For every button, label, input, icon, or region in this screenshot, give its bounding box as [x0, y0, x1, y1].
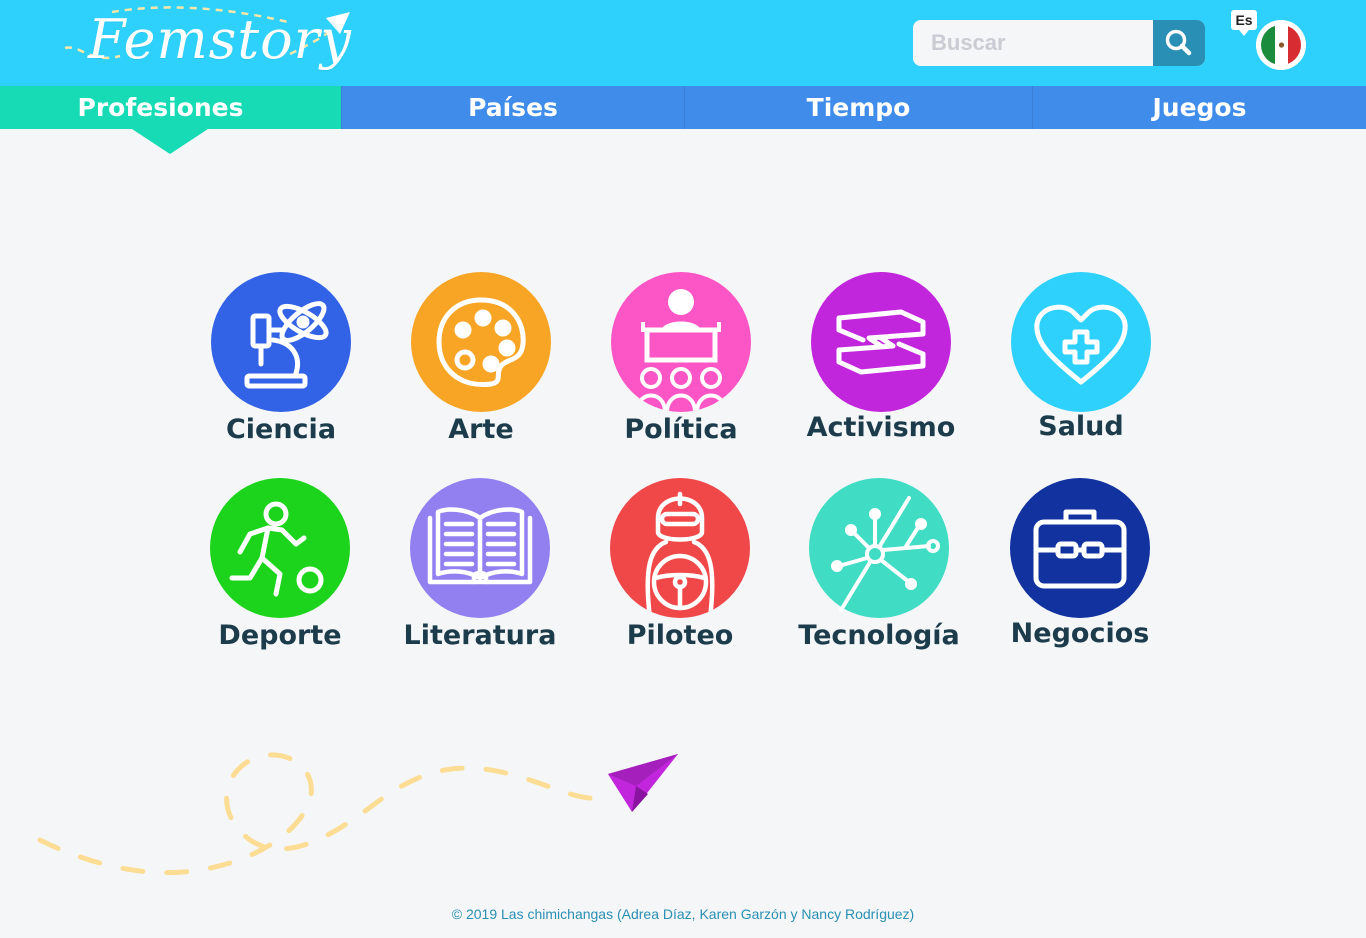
briefcase-icon [1033, 509, 1127, 589]
category-circle [411, 272, 551, 412]
category-salud[interactable]: Salud [981, 272, 1181, 462]
decorative-flight-path [37, 752, 678, 876]
category-label: Piloteo [626, 620, 734, 651]
category-politica[interactable]: Política [581, 272, 781, 462]
category-negocios[interactable]: Negocios [980, 478, 1180, 668]
category-label: Deporte [218, 620, 342, 651]
heart-cross-icon [1034, 304, 1128, 385]
category-circle [611, 272, 751, 412]
podium-speaker-icon [635, 289, 727, 412]
category-circle [211, 272, 351, 412]
category-literatura[interactable]: Literatura [380, 478, 580, 668]
category-piloteo[interactable]: Piloteo [580, 478, 780, 668]
category-tecnologia[interactable]: Tecnología [779, 478, 979, 668]
category-label: Política [624, 414, 738, 445]
category-deporte[interactable]: Deporte [180, 478, 380, 668]
category-arte[interactable]: Arte [381, 272, 581, 462]
category-circle [210, 478, 350, 618]
category-circle [1011, 272, 1151, 412]
category-circle [809, 478, 949, 618]
helping-hands-icon [836, 309, 926, 375]
palette-icon [436, 297, 526, 388]
soccer-player-icon [229, 501, 324, 597]
category-activismo[interactable]: Activismo [781, 272, 981, 462]
category-label: Ciencia [225, 414, 337, 445]
category-label: Literatura [403, 620, 557, 651]
race-driver-icon [645, 491, 715, 618]
footer-copyright: © 2019 Las chimichangas (Adrea Díaz, Kar… [451, 906, 915, 922]
microscope-atom-icon [244, 301, 329, 389]
paper-plane-icon [608, 754, 678, 812]
category-circle [1010, 478, 1150, 618]
open-book-icon [427, 507, 533, 585]
category-circle [811, 272, 951, 412]
network-nodes-icon [831, 496, 940, 612]
category-label: Salud [1038, 411, 1124, 442]
category-ciencia[interactable]: Ciencia [181, 272, 381, 462]
category-label: Negocios [1010, 618, 1150, 649]
category-circle [610, 478, 750, 618]
category-label: Activismo [806, 412, 956, 443]
category-label: Arte [448, 414, 514, 445]
category-label: Tecnología [798, 620, 960, 651]
category-circle [410, 478, 550, 618]
